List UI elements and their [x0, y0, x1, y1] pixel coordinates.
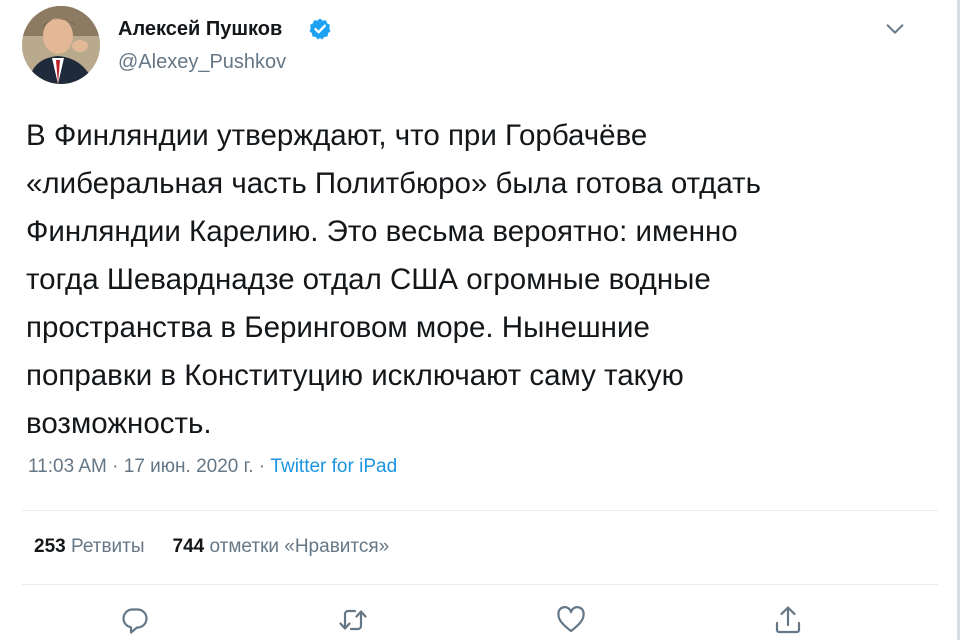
author-handle[interactable]: @Alexey_Pushkov [118, 51, 286, 74]
tweet-date[interactable]: 17 июн. 2020 г. [124, 456, 254, 477]
tweet-meta: 11:03 AM · 17 июн. 2020 г. · Twitter for… [28, 456, 397, 478]
likes-stat[interactable]: 744 отметки «Нравится» [173, 536, 390, 557]
tweet-header: Алексей Пушков @Alexey_Pushkov [22, 6, 938, 86]
retweet-button[interactable] [337, 604, 369, 636]
tweet-source-link[interactable]: Twitter for iPad [270, 456, 397, 477]
tweet-card: Алексей Пушков @Alexey_Pushkov В Финлянд… [0, 0, 960, 640]
reply-icon [122, 608, 148, 634]
divider [22, 584, 938, 585]
avatar[interactable] [22, 6, 100, 84]
retweets-label: Ретвиты [70, 536, 145, 557]
likes-label: отметки «Нравится» [209, 536, 390, 557]
author-name[interactable]: Алексей Пушков [118, 18, 282, 41]
verified-badge-icon [309, 18, 331, 40]
like-button[interactable] [555, 604, 587, 636]
retweet-icon [339, 609, 367, 631]
tweet-stats: 253 Ретвиты 744 отметки «Нравится» [34, 536, 389, 558]
share-button[interactable] [772, 604, 804, 636]
chevron-down-icon[interactable] [884, 18, 906, 40]
meta-separator: · [253, 456, 271, 477]
retweets-stat[interactable]: 253 Ретвиты [34, 536, 145, 557]
tweet-text: В Финляндии утверждают, что при Горбачёв… [26, 119, 761, 440]
meta-separator: · [106, 456, 124, 477]
avatar-image [22, 6, 100, 84]
heart-icon [557, 606, 585, 633]
divider [22, 510, 938, 511]
tweet-actions [0, 600, 960, 640]
reply-button[interactable] [119, 604, 151, 636]
retweets-count: 253 [34, 536, 66, 557]
tweet-time[interactable]: 11:03 AM [28, 456, 107, 477]
likes-count: 744 [172, 536, 205, 557]
share-icon [775, 606, 801, 634]
